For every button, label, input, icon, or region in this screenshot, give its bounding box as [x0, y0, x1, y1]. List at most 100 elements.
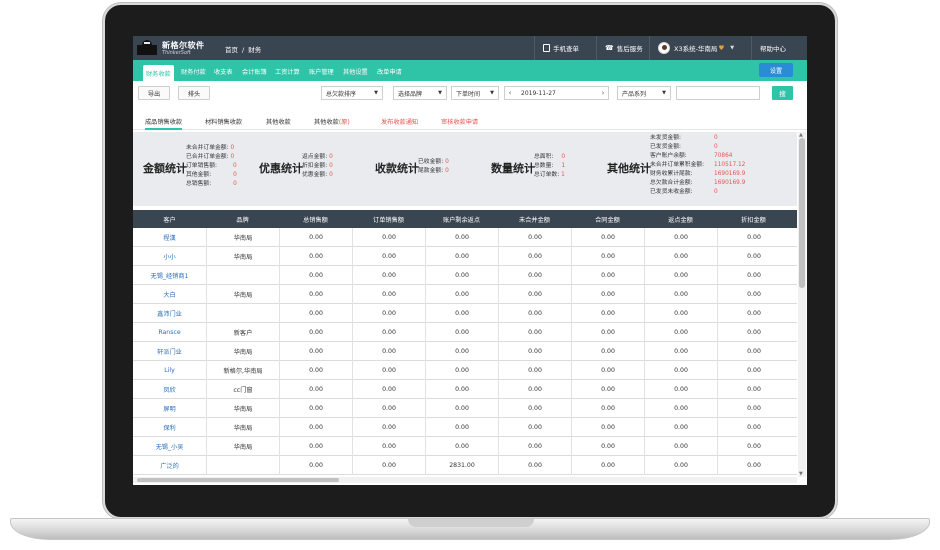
quantity-stats-title: 数量统计	[491, 162, 535, 175]
stat-row: 折扣金额: 0	[302, 162, 333, 171]
collection-stats-list: 已收金额: 0 尾款金额: 0	[418, 158, 449, 176]
collection-stats-title: 收款统计	[375, 162, 419, 175]
column-header[interactable]: 客户	[133, 210, 206, 228]
column-header[interactable]: 折扣金额	[717, 210, 790, 228]
help-center-link[interactable]: 帮助中心	[751, 36, 807, 60]
customer-link[interactable]: 凤欣	[133, 380, 206, 399]
column-header[interactable]: 返点金额	[644, 210, 717, 228]
customer-link[interactable]: Ransce	[133, 323, 206, 342]
customer-link[interactable]: 无锡_小吴	[133, 437, 206, 456]
table-cell: 0.00	[425, 323, 498, 342]
tab-ledger[interactable]: 会计账簿	[239, 64, 270, 79]
horizontal-scrollbar[interactable]	[133, 477, 797, 483]
subtab-other-receipt[interactable]: 其他收款	[266, 117, 291, 126]
column-header[interactable]: 账户剩余返点	[425, 210, 498, 228]
column-header[interactable]: 未合并金额	[498, 210, 571, 228]
table-row[interactable]: 鑫沛门业 0.00 0.00 0.00 0.00 0.00 0.00 0.00	[133, 304, 797, 323]
scroll-down-icon[interactable]: ▼	[799, 471, 803, 477]
stat-label: 其他金额:	[186, 172, 212, 178]
laptop-notch	[408, 519, 534, 527]
table-row[interactable]: 广泛的 0.00 0.00 2831.00 0.00 0.00 0.00 0.00	[133, 456, 797, 475]
column-header[interactable]: 品牌	[206, 210, 279, 228]
vertical-scrollbar[interactable]: ▲ ▼	[798, 132, 806, 477]
tab-account-management[interactable]: 账户管理	[306, 64, 337, 79]
customer-link[interactable]: 保利	[133, 418, 206, 437]
user-menu[interactable]: X3系统-华南局 ♥ ▼	[649, 36, 751, 60]
customer-link[interactable]: 大白	[133, 285, 206, 304]
table-cell: 0.00	[644, 399, 717, 418]
subtab-other-receipt-original[interactable]: 其他收款(原)	[314, 117, 350, 126]
customer-link[interactable]: 广泛的	[133, 456, 206, 475]
after-sales-button[interactable]: ☎ 售后服务	[596, 36, 649, 60]
amount-stats-title: 金额统计	[143, 162, 187, 175]
table-cell: 0.00	[498, 399, 571, 418]
table-row[interactable]: 凤欣 cc门窗 0.00 0.00 0.00 0.00 0.00 0.00 0.00	[133, 380, 797, 399]
discount-stats-list: 返点金额: 0 折扣金额: 0 优惠金额: 0	[302, 153, 333, 180]
table-cell: 0.00	[279, 437, 352, 456]
table-cell: 0.00	[352, 361, 425, 380]
table-row[interactable]: 无锡_经销商1 0.00 0.00 0.00 0.00 0.00 0.00 0.00	[133, 266, 797, 285]
table-cell: 0.00	[425, 228, 498, 247]
time-select[interactable]: 下单时间 ▼	[451, 86, 499, 100]
table-row[interactable]: 小小 华南局 0.00 0.00 0.00 0.00 0.00 0.00 0.00	[133, 247, 797, 266]
tab-payroll[interactable]: 工资计算	[272, 64, 303, 79]
subtab-review-requests[interactable]: 审核收款申请	[441, 117, 478, 126]
date-picker[interactable]: ‹ 2019-11-27 ›	[504, 86, 609, 100]
table-cell: 0.00	[279, 304, 352, 323]
settings-button[interactable]: 设置	[759, 63, 793, 77]
column-header[interactable]: 合同金额	[571, 210, 644, 228]
stat-row: 尾款金额: 0	[418, 167, 449, 176]
table-row[interactable]: Lily 新格尔,华南局 0.00 0.00 0.00 0.00 0.00 0.00 0.00	[133, 361, 797, 380]
stat-label: 未合并订单金额:	[186, 145, 229, 151]
tab-income-expense[interactable]: 收支表	[211, 64, 236, 79]
stat-value: 0	[233, 181, 237, 187]
sort-header-button[interactable]: 排头	[178, 86, 210, 100]
table-cell: 0.00	[352, 418, 425, 437]
column-header[interactable]: 总销售额	[279, 210, 352, 228]
tab-other-settings[interactable]: 其他设置	[340, 64, 371, 79]
tab-finance-payment[interactable]: 财务付款	[178, 64, 209, 79]
column-header[interactable]: 订单销售额	[352, 210, 425, 228]
table-row[interactable]: Ransce 新客户 0.00 0.00 0.00 0.00 0.00 0.00 0.00	[133, 323, 797, 342]
logo[interactable]: 新格尔软件 ThinkerSoft	[135, 38, 213, 58]
table-cell: 0.00	[279, 418, 352, 437]
customer-link[interactable]: 小小	[133, 247, 206, 266]
customer-link[interactable]: Lily	[133, 361, 206, 380]
table-row[interactable]: 轩派门业 华南局 0.00 0.00 0.00 0.00 0.00 0.00 0.00	[133, 342, 797, 361]
mobile-order-button[interactable]: 手机查单	[534, 36, 596, 60]
table-row[interactable]: 无锡_小吴 华南局 0.00 0.00 0.00 0.00 0.00 0.00 0.00	[133, 437, 797, 456]
customer-link[interactable]: 鑫沛门业	[133, 304, 206, 323]
subtab-product-sales[interactable]: 成品销售收款	[145, 117, 183, 130]
subtab-material-sales[interactable]: 材料销售收款	[205, 117, 242, 126]
tab-finance-receipt[interactable]: 财务收款	[143, 65, 174, 81]
scroll-thumb[interactable]	[137, 478, 339, 482]
customer-link[interactable]: 轩派门业	[133, 342, 206, 361]
customer-link[interactable]: 屏明	[133, 399, 206, 418]
table-row[interactable]: 程漢 华南局 0.00 0.00 0.00 0.00 0.00 0.00 0.00	[133, 228, 797, 247]
table-cell: 0.00	[279, 247, 352, 266]
amount-stats-list: 未合并订单金额: 0 已合并订单金额: 0 订单销售额: 0 其他金额: 0 总销售额:…	[186, 144, 237, 189]
customer-link[interactable]: 无锡_经销商1	[133, 266, 206, 285]
table-cell: 0.00	[279, 266, 352, 285]
chevron-right-icon[interactable]: ›	[598, 89, 608, 97]
customer-link[interactable]: 程漢	[133, 228, 206, 247]
breadcrumb-home[interactable]: 首页	[225, 46, 238, 54]
table-row[interactable]: 保利 华南局 0.00 0.00 0.00 0.00 0.00 0.00 0.00	[133, 418, 797, 437]
sort-select[interactable]: 总欠款排序 ▼	[321, 86, 383, 100]
table-row[interactable]: 屏明 华南局 0.00 0.00 0.00 0.00 0.00 0.00 0.00	[133, 399, 797, 418]
tab-order-change-request[interactable]: 改单申请	[374, 64, 405, 79]
stat-row: 其他金额: 0	[186, 171, 237, 180]
table-cell: 0.00	[571, 380, 644, 399]
table-row[interactable]: 大白 华南局 0.00 0.00 0.00 0.00 0.00 0.00 0.00	[133, 285, 797, 304]
stat-row: 总订单数: 1	[534, 171, 565, 180]
subtab-publish-notice[interactable]: 发布收款通知	[381, 117, 418, 126]
chevron-left-icon[interactable]: ‹	[505, 89, 515, 97]
scroll-thumb[interactable]	[799, 138, 805, 288]
search-input[interactable]	[676, 86, 760, 100]
stat-row: 财务收累计尾款: 1690169.9	[650, 170, 745, 179]
brand-select[interactable]: 选择品牌 ▼	[393, 86, 447, 100]
series-select[interactable]: 产品系列 ▼	[617, 86, 671, 100]
export-button[interactable]: 导出	[138, 86, 170, 100]
search-button[interactable]: 搜	[772, 86, 793, 100]
table-cell: 0.00	[498, 266, 571, 285]
